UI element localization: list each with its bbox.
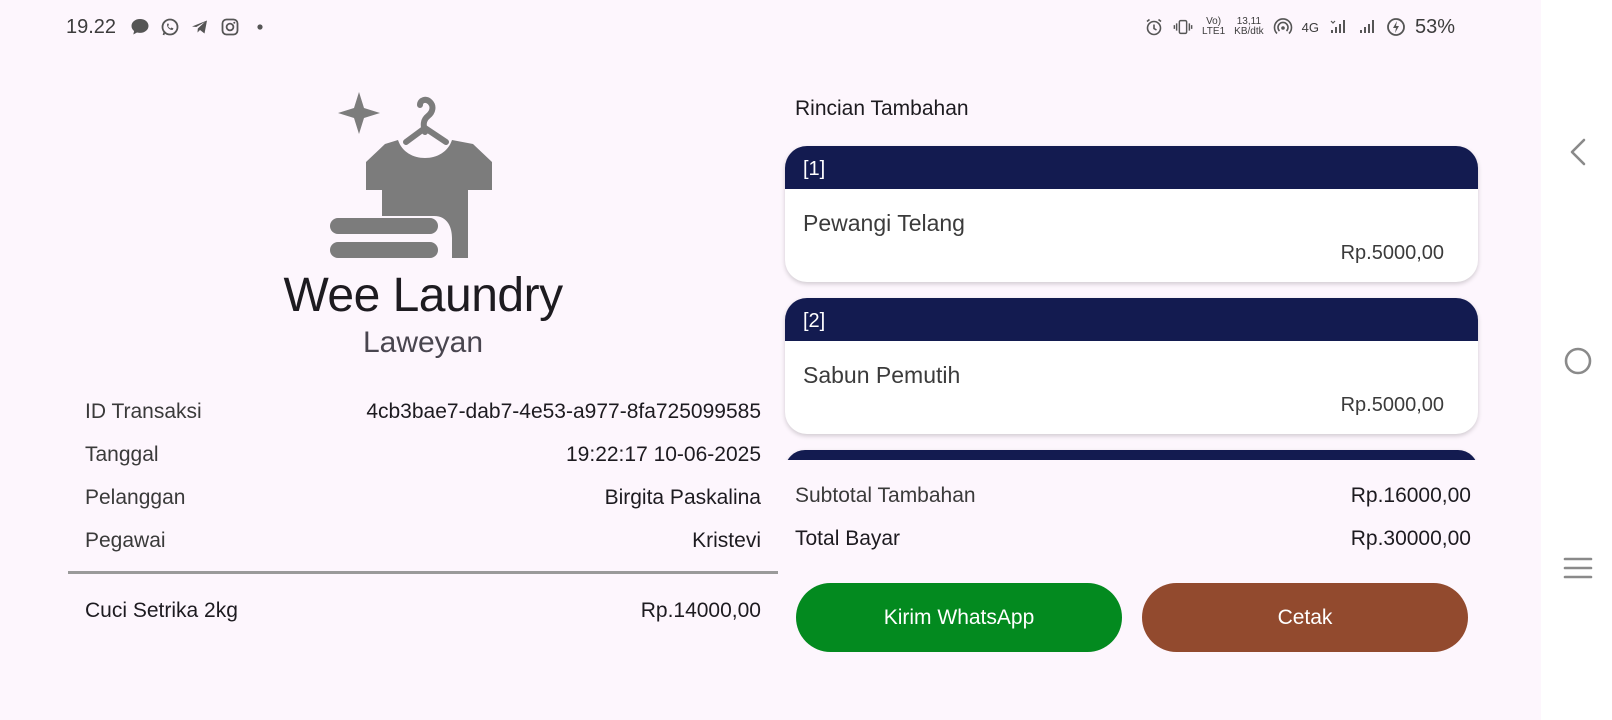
info-label: Pegawai [85,529,166,552]
extras-list[interactable]: [1] Pewangi Telang Rp.5000,00 [2] Sabun … [780,140,1492,460]
back-icon[interactable] [1566,136,1590,168]
total-label: Total Bayar [795,527,901,550]
extra-item-index: [2] [785,298,1478,341]
extra-item-name: Pewangi Telang [803,210,965,236]
info-row-transaction-id: ID Transaksi 4cb3bae7-dab7-4e53-a977-8fa… [85,400,761,424]
volte-indicator: Vo) LTE1 [1202,17,1225,37]
divider [68,571,778,574]
store-branch: Laweyan [362,326,484,359]
send-whatsapp-button[interactable]: Kirim WhatsApp [796,583,1122,652]
info-label: Pelanggan [85,486,186,509]
status-bar-right: Vo) LTE1 13,11 KB/dtk 4G 53% [1144,14,1455,40]
print-button[interactable]: Cetak [1142,583,1468,652]
service-price: Rp.14000,00 [640,599,761,622]
app-screen: 19.22 Vo) LTE1 13,11 KB/dtk 4G 53% Wee L [0,0,1541,720]
info-label: ID Transaksi [85,400,202,423]
extra-item-card[interactable]: [2] Sabun Pemutih Rp.5000,00 [785,298,1478,434]
subtotal-value: Rp.16000,00 [1350,484,1471,507]
volte-bottom-text: LTE1 [1201,26,1226,37]
whatsapp-icon [161,18,179,36]
total-value: Rp.30000,00 [1350,527,1471,550]
message-icon [131,19,149,35]
service-name: Cuci Setrika 2kg [85,599,238,622]
info-value: 19:22:17 10-06-2025 [566,443,761,466]
extra-item-card-partial[interactable] [785,450,1478,460]
extra-item-header [785,450,1478,460]
vibrate-icon [1173,19,1193,35]
dot-icon [257,24,263,30]
store-name: Wee Laundry [283,269,563,322]
extra-item-price: Rp.5000,00 [1340,394,1444,416]
info-row-date: Tanggal 19:22:17 10-06-2025 [85,443,761,467]
battery-percent: 53% [1414,15,1455,38]
telegram-icon [192,20,208,34]
speed-unit: KB/dtk [1234,26,1264,37]
subtotal-row: Subtotal Tambahan Rp.16000,00 [795,484,1471,508]
alarm-icon [1146,18,1162,36]
info-label: Tanggal [85,443,159,466]
signal-sim1-icon [1330,20,1345,33]
service-row: Cuci Setrika 2kg Rp.14000,00 [85,599,761,623]
home-icon[interactable] [1563,346,1593,376]
extra-item-name: Sabun Pemutih [803,362,961,388]
info-row-customer: Pelanggan Birgita Paskalina [85,486,761,510]
extra-item-price: Rp.5000,00 [1340,242,1444,264]
extra-item-index: [1] [785,146,1478,189]
info-row-employee: Pegawai Kristevi [85,529,761,553]
info-value: Birgita Paskalina [604,486,761,509]
instagram-icon [221,18,239,36]
extra-item-card[interactable]: [1] Pewangi Telang Rp.5000,00 [785,146,1478,282]
laundry-shirt-hanger-icon [330,92,492,258]
status-bar-left: 19.22 [66,14,270,40]
network-speed: 13,11 KB/dtk [1234,17,1263,37]
total-row: Total Bayar Rp.30000,00 [795,527,1471,551]
recents-menu-icon[interactable] [1563,556,1593,580]
status-time: 19.22 [66,15,117,38]
signal-sim2-icon [1359,20,1374,33]
subtotal-label: Subtotal Tambahan [795,484,976,507]
extras-title: Rincian Tambahan [795,97,969,120]
info-value: 4cb3bae7-dab7-4e53-a977-8fa725099585 [366,400,761,423]
battery-charging-icon [1387,18,1405,36]
info-value: Kristevi [692,529,761,552]
hotspot-icon [1273,18,1292,35]
network-type: 4G [1301,19,1319,35]
